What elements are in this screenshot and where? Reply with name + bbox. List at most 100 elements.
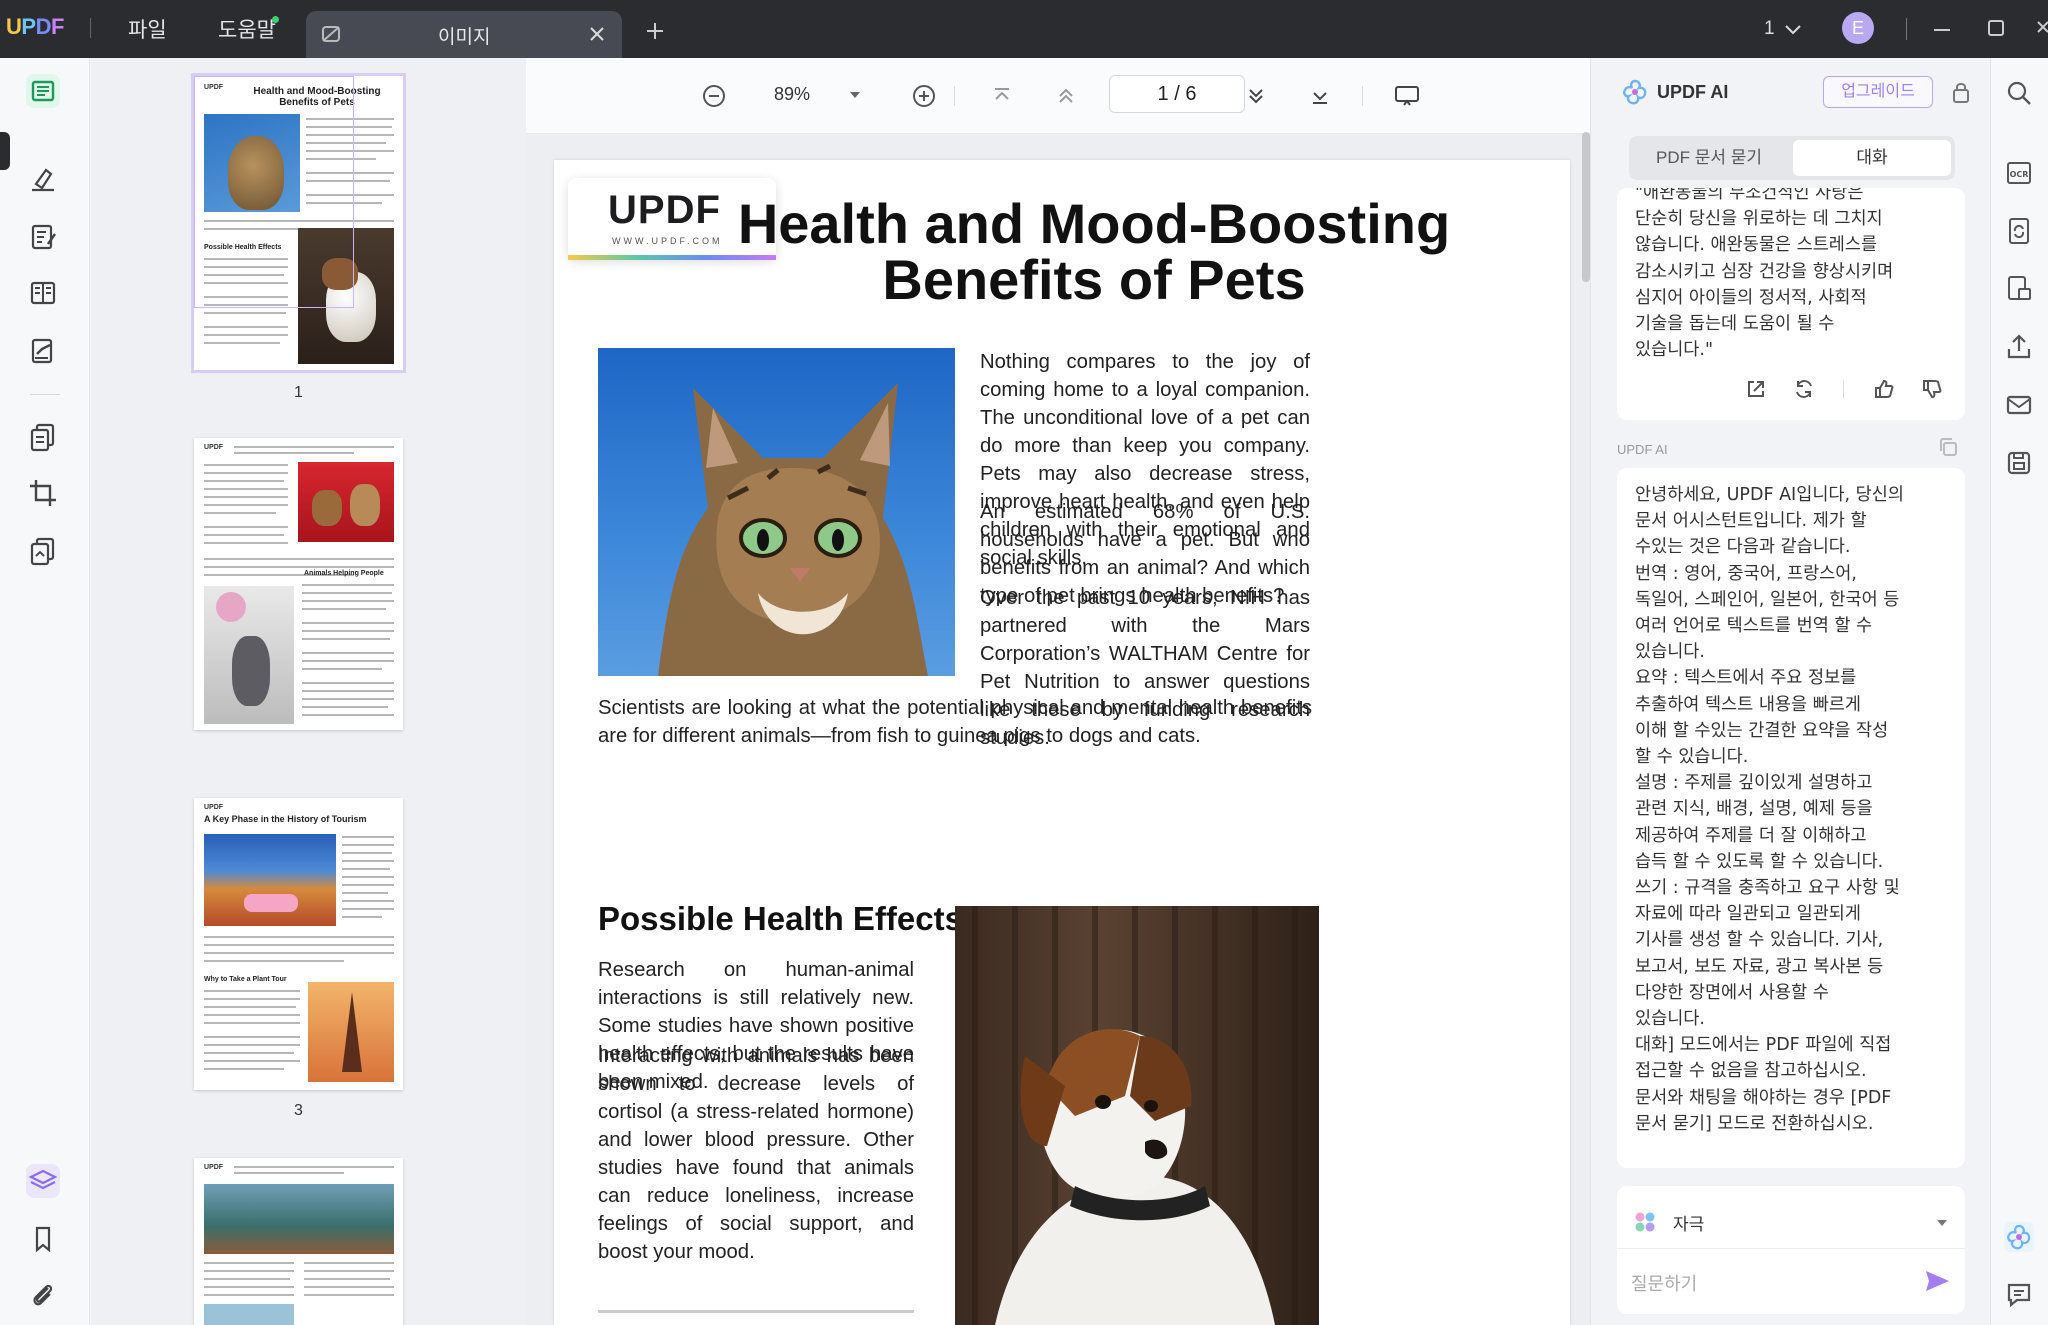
thumb-subhead: Why to Take a Plant Tour (204, 976, 287, 983)
layers-icon[interactable] (26, 1164, 60, 1198)
new-tab-icon[interactable] (646, 22, 664, 40)
email-icon[interactable] (2004, 390, 2034, 420)
thumb-logo: UPDF (204, 804, 224, 811)
thumb-lake-image (204, 1184, 394, 1254)
view-toolbar: 89% 1 / 6 (526, 58, 1590, 134)
ai-mode-tabs: PDF 문서 묻기 대화 (1629, 136, 1955, 180)
pdf-page: UPDF WWW.UPDF.COM Health and Mood-Boosti… (554, 160, 1570, 1325)
page-number-3: 3 (294, 1102, 303, 1119)
document-title: Health and Mood-Boosting Benefits of Pet… (704, 196, 1484, 308)
tab-chat[interactable]: 대화 (1793, 140, 1951, 176)
tab-pdf-ask[interactable]: PDF 문서 묻기 (1629, 142, 1789, 174)
zoom-level[interactable]: 89% (774, 84, 810, 105)
right-tool-rail: OCR (1990, 58, 2048, 1325)
tab-title: 이미지 (438, 27, 491, 48)
form-icon[interactable] (26, 276, 60, 310)
edit-text-icon[interactable] (26, 220, 60, 254)
protect-icon[interactable] (2004, 274, 2034, 304)
last-page-icon[interactable] (1308, 84, 1332, 108)
updf-window: UPDF 파일 도움말 이미지 1 E UPDF Health and Mood… (0, 0, 2048, 1325)
chat-input-box: 자극 질문하기 (1617, 1186, 1965, 1314)
minimize-icon[interactable] (1932, 20, 1952, 40)
convert-pdf-icon[interactable] (2004, 216, 2034, 246)
page-number-input[interactable]: 1 / 6 (1109, 75, 1245, 113)
convert-icon[interactable] (26, 534, 60, 568)
bookmark-icon[interactable] (26, 1222, 60, 1256)
vertical-scrollbar[interactable] (1582, 132, 1590, 282)
zoom-out-icon[interactable] (702, 84, 726, 108)
document-tab[interactable]: 이미지 (306, 11, 622, 58)
page-thumbnail-4[interactable]: UPDF (194, 1158, 403, 1325)
ai-assistant-icon[interactable] (2004, 1222, 2034, 1252)
thumb-havana-image (204, 834, 336, 926)
organize-pages-icon[interactable] (26, 420, 60, 454)
share-icon[interactable] (2004, 332, 2034, 362)
crop-icon[interactable] (26, 476, 60, 510)
presentation-icon[interactable] (1394, 84, 1420, 108)
chevron-down-icon[interactable] (1784, 20, 1802, 38)
thumb-logo: UPDF (204, 444, 224, 451)
maximize-icon[interactable] (1986, 18, 2006, 38)
next-page-icon[interactable] (1244, 84, 1268, 108)
update-indicator (272, 16, 279, 23)
scientists-paragraph: Scientists are looking at what the poten… (598, 697, 1312, 747)
title-bar: UPDF 파일 도움말 이미지 1 E (0, 0, 2048, 58)
previous-message-card: "애완동물의 무조건적인 사랑은 단순히 당신을 위로하는 데 그치지 않습니다… (1617, 188, 1965, 420)
ai-sender-label: UPDF AI (1617, 442, 1668, 457)
send-icon[interactable] (1923, 1268, 1951, 1294)
sign-icon[interactable] (26, 334, 60, 368)
divider (30, 394, 60, 395)
thumbs-down-icon[interactable] (1921, 378, 1943, 400)
reader-mode-icon[interactable] (26, 74, 60, 108)
page-thumbnail-3[interactable]: UPDF A Key Phase in the History of Touri… (194, 798, 403, 1119)
page-thumbnail-1[interactable]: UPDF Health and Mood-Boosting Benefits o… (191, 73, 406, 401)
close-tab-icon[interactable] (588, 25, 606, 43)
lock-icon[interactable] (1951, 80, 1971, 104)
open-external-icon[interactable] (1745, 378, 1767, 400)
thumb-image (204, 1304, 294, 1325)
copy-icon[interactable] (1937, 436, 1959, 458)
attachment-icon[interactable] (26, 1278, 60, 1312)
title-line-1: Health and Mood-Boosting (737, 192, 1451, 255)
page-thumbnail-2[interactable]: UPDF Animals Helping People 2 (194, 438, 403, 819)
highlight-icon[interactable] (26, 162, 60, 196)
cat-photo (598, 348, 955, 676)
left-tool-rail (0, 58, 90, 1325)
zoom-in-icon[interactable] (912, 84, 936, 108)
menu-help[interactable]: 도움말 (218, 14, 276, 44)
previous-page-icon[interactable] (1054, 84, 1078, 108)
section-heading: Possible Health Effects (598, 900, 963, 937)
divider (954, 86, 955, 106)
thumbs-up-icon[interactable] (1873, 378, 1895, 400)
ai-assistant-panel: UPDF AI 업그레이드 PDF 문서 묻기 대화 "애완동물의 무조건적인 … (1590, 58, 1989, 1325)
regenerate-icon[interactable] (1793, 378, 1815, 400)
thumb-eiffel-image (308, 982, 394, 1082)
question-input[interactable]: 질문하기 (1631, 1270, 1697, 1296)
thumb-cat-image (204, 586, 294, 724)
menu-file[interactable]: 파일 (128, 14, 167, 44)
previous-message: "애완동물의 무조건적인 사랑은 단순히 당신을 위로하는 데 그치지 않습니다… (1635, 188, 1894, 361)
search-icon[interactable] (2004, 78, 2034, 108)
save-icon[interactable] (2004, 448, 2034, 478)
model-dropdown-icon[interactable] (1935, 1216, 1949, 1230)
thumb-dogs-image (298, 462, 394, 542)
ai-panel-title: UPDF AI (1657, 82, 1729, 102)
ocr-icon[interactable]: OCR (2004, 158, 2034, 188)
ai-reply-text: 안녕하세요, UPDF AI입니다, 당신의 문서 어시스턴트입니다. 제가 할… (1635, 485, 1904, 1134)
zoom-dropdown-icon[interactable] (848, 88, 862, 102)
thumbnail-panel: UPDF Health and Mood-Boosting Benefits o… (91, 58, 526, 1325)
first-page-icon[interactable] (990, 84, 1014, 108)
model-select[interactable]: 자극 (1673, 1210, 1704, 1235)
title-line-2: Benefits of Pets (882, 248, 1306, 311)
dog-photo (955, 906, 1319, 1325)
user-avatar[interactable]: E (1842, 12, 1874, 44)
document-viewer: 89% 1 / 6 UPDF WWW.UPDF.COM Health and M… (526, 58, 1590, 1325)
viewport-indicator (194, 76, 354, 308)
comments-icon[interactable] (2004, 1280, 2034, 1310)
upgrade-button[interactable]: 업그레이드 (1823, 76, 1933, 108)
close-window-icon[interactable] (2036, 18, 2048, 38)
image-tab-icon (320, 23, 342, 45)
sidebar-expander[interactable] (0, 132, 10, 170)
updf-ai-icon (1621, 78, 1649, 106)
app-logo: UPDF (6, 14, 64, 39)
